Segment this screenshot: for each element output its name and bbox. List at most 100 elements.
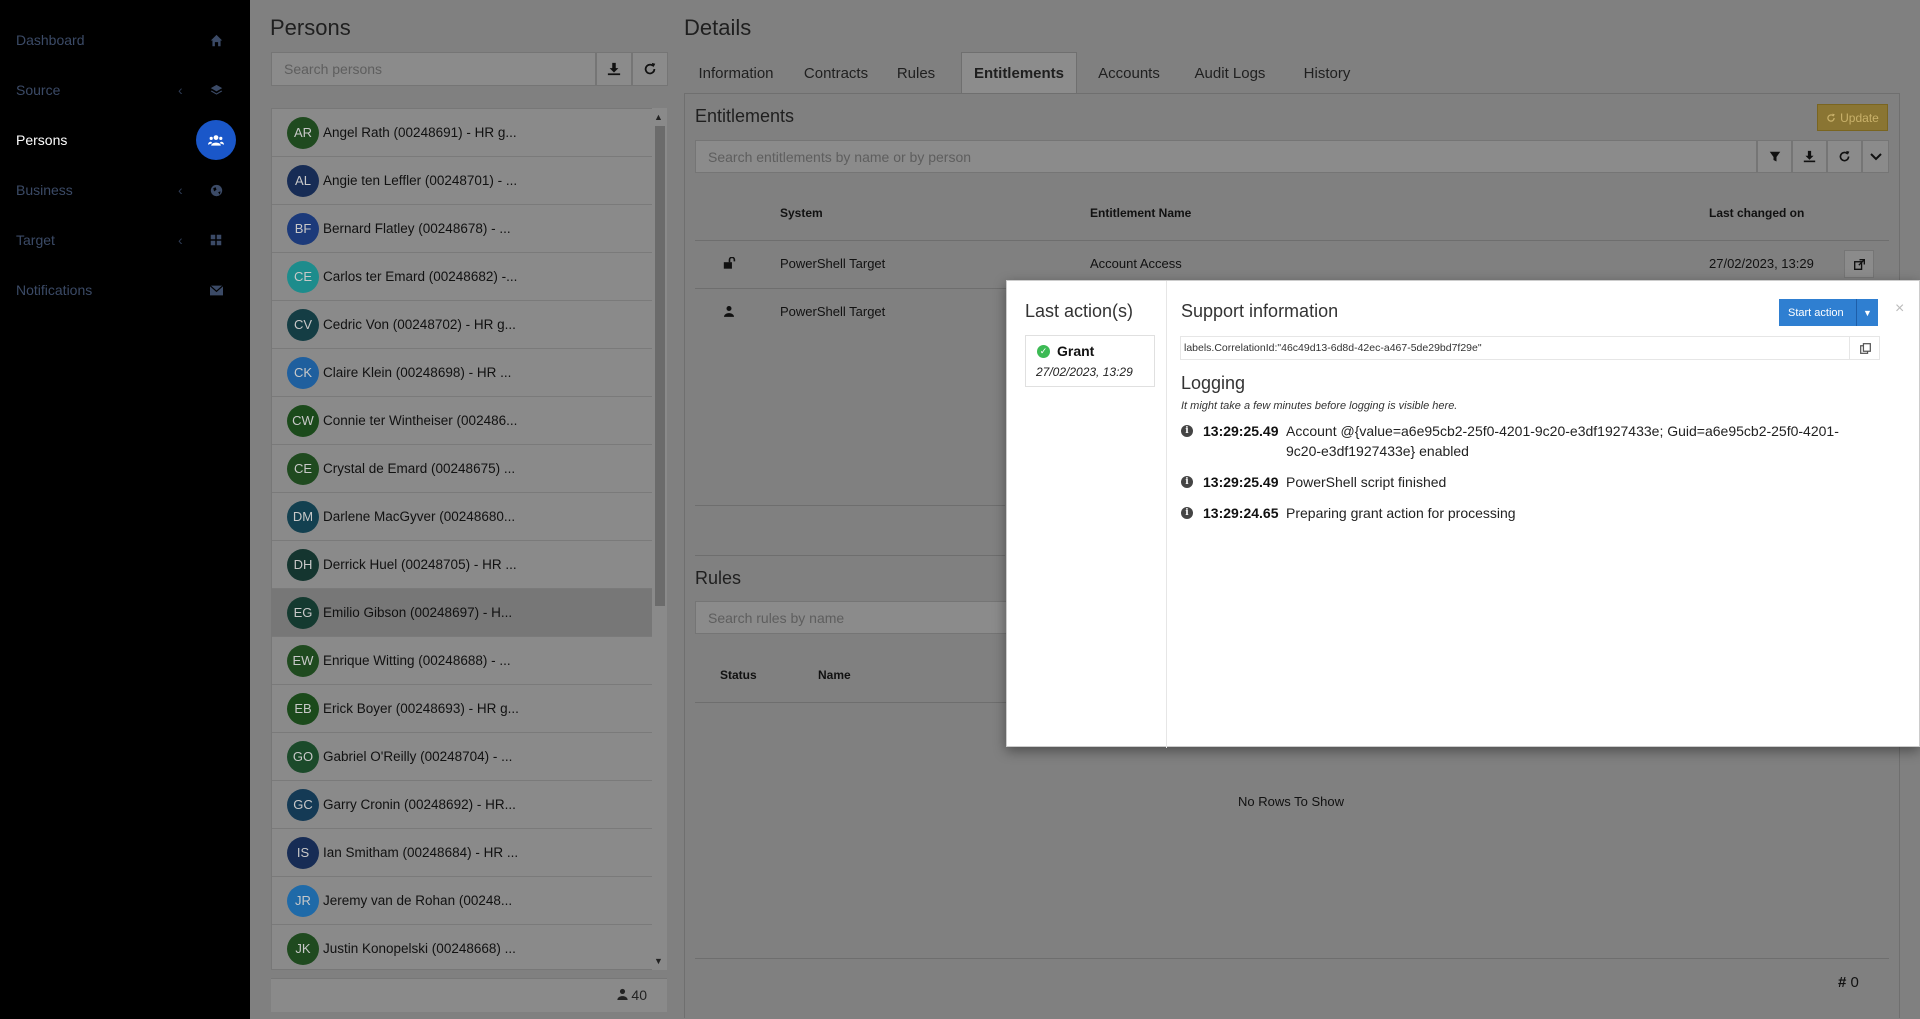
- chevron-down-icon: [1869, 152, 1882, 160]
- person-name: Garry Cronin (00248692) - HR...: [323, 797, 516, 812]
- list-item[interactable]: CV Cedric Von (00248702) - HR g...: [272, 301, 652, 349]
- list-item[interactable]: EW Enrique Witting (00248688) - ...: [272, 637, 652, 685]
- rules-count: # 0: [1838, 974, 1859, 991]
- person-name: Claire Klein (00248698) - HR ...: [323, 365, 512, 380]
- list-item[interactable]: CE Carlos ter Emard (00248682) -...: [272, 253, 652, 301]
- entitlements-refresh-button[interactable]: [1827, 140, 1862, 173]
- person-name: Angie ten Leffler (00248701) - ...: [323, 173, 518, 188]
- column-name[interactable]: Name: [818, 668, 851, 682]
- entitlements-title: Entitlements: [695, 106, 795, 126]
- person-name: Cedric Von (00248702) - HR g...: [323, 317, 516, 332]
- external-link-icon: [1853, 258, 1865, 270]
- nav-source[interactable]: Source ‹: [0, 70, 250, 110]
- logging-hint: It might take a few minutes before loggi…: [1181, 400, 1458, 412]
- close-icon[interactable]: ×: [1895, 300, 1904, 318]
- list-item[interactable]: AR Angel Rath (00248691) - HR g...: [272, 109, 652, 157]
- chevron-left-icon: ‹: [178, 182, 183, 198]
- unlock-icon: [723, 256, 736, 272]
- details-title: Details: [684, 15, 752, 40]
- cell-entitlement-name: Account Access: [1090, 256, 1182, 271]
- nav-persons[interactable]: Persons: [0, 120, 250, 160]
- list-item[interactable]: JR Jeremy van de Rohan (00248...: [272, 877, 652, 925]
- entitlements-search-input[interactable]: Search entitlements by name or by person: [695, 140, 1757, 173]
- tab-entitlements[interactable]: Entitlements: [961, 52, 1077, 94]
- column-status[interactable]: Status: [720, 668, 757, 682]
- scrollbar-thumb[interactable]: [655, 126, 665, 606]
- list-item[interactable]: GO Gabriel O'Reilly (00248704) - ...: [272, 733, 652, 781]
- list-item[interactable]: EG Emilio Gibson (00248697) - H...: [272, 589, 652, 637]
- start-action-button[interactable]: Start action ▼: [1779, 299, 1878, 326]
- person-name: Justin Konopelski (00248668) ...: [323, 941, 516, 956]
- nav-dashboard[interactable]: Dashboard: [0, 20, 250, 60]
- open-external-button[interactable]: [1844, 250, 1874, 278]
- support-modal: Last action(s) ✓ Grant 27/02/2023, 13:29…: [1006, 280, 1920, 748]
- users-icon: [196, 120, 236, 160]
- rules-search-input[interactable]: Search rules by name: [695, 601, 1007, 634]
- list-item[interactable]: CW Connie ter Wintheiser (002486...: [272, 397, 652, 445]
- list-item[interactable]: AL Angie ten Leffler (00248701) - ...: [272, 157, 652, 205]
- list-item[interactable]: DM Darlene MacGyver (00248680...: [272, 493, 652, 541]
- info-icon: i: [1181, 507, 1193, 519]
- nav-target[interactable]: Target ‹: [0, 220, 250, 260]
- scroll-down-arrow[interactable]: ▼: [654, 956, 663, 966]
- refresh-button[interactable]: [632, 52, 668, 86]
- tab-history[interactable]: History: [1284, 52, 1370, 94]
- globe-icon: [204, 178, 228, 202]
- grant-action-card[interactable]: ✓ Grant 27/02/2023, 13:29: [1025, 335, 1155, 387]
- list-item[interactable]: GC Garry Cronin (00248692) - HR...: [272, 781, 652, 829]
- avatar: JR: [287, 884, 319, 917]
- download-button[interactable]: [596, 52, 632, 86]
- avatar: BF: [287, 212, 319, 245]
- list-item[interactable]: EB Erick Boyer (00248693) - HR g...: [272, 685, 652, 733]
- grant-date: 27/02/2023, 13:29: [1036, 365, 1133, 379]
- refresh-icon: [1827, 113, 1835, 122]
- download-icon: [607, 62, 621, 76]
- nav-notifications[interactable]: Notifications: [0, 270, 250, 310]
- list-item[interactable]: BF Bernard Flatley (00248678) - ...: [272, 205, 652, 253]
- copy-button[interactable]: [1849, 336, 1880, 360]
- correlation-id-field[interactable]: labels.CorrelationId:"46c49d13-6d8d-42ec…: [1180, 336, 1880, 360]
- expand-button[interactable]: [1862, 140, 1889, 173]
- person-name: Emilio Gibson (00248697) - H...: [323, 605, 513, 620]
- list-item[interactable]: DH Derrick Huel (00248705) - HR ...: [272, 541, 652, 589]
- tab-contracts[interactable]: Contracts: [788, 52, 884, 94]
- persons-search-input[interactable]: Search persons: [271, 52, 596, 86]
- entitlements-download-button[interactable]: [1792, 140, 1827, 173]
- tab-accounts[interactable]: Accounts: [1081, 52, 1177, 94]
- support-title: Support information: [1181, 301, 1339, 321]
- user-icon: [724, 304, 734, 320]
- chevron-left-icon: ‹: [178, 82, 183, 98]
- cell-system: PowerShell Target: [780, 256, 886, 271]
- cell-last-changed: 27/02/2023, 13:29: [1709, 256, 1814, 271]
- list-item[interactable]: CK Claire Klein (00248698) - HR ...: [272, 349, 652, 397]
- home-icon: [204, 28, 228, 52]
- scroll-up-arrow[interactable]: ▲: [654, 112, 663, 122]
- persons-count: 40: [616, 987, 647, 1003]
- list-item[interactable]: CE Crystal de Emard (00248675) ...: [272, 445, 652, 493]
- divider: [695, 240, 1889, 241]
- tab-audit-logs[interactable]: Audit Logs: [1182, 52, 1278, 94]
- tab-rules[interactable]: Rules: [884, 52, 948, 94]
- column-entitlement-name[interactable]: Entitlement Name: [1090, 206, 1191, 220]
- column-system[interactable]: System: [780, 206, 823, 220]
- refresh-icon: [644, 62, 656, 75]
- caret-down-icon[interactable]: ▼: [1856, 299, 1878, 326]
- avatar: GC: [287, 788, 319, 821]
- layers-icon: [204, 78, 228, 102]
- persons-scrollbar[interactable]: ▲ ▼: [652, 108, 667, 970]
- nav-business[interactable]: Business ‹: [0, 170, 250, 210]
- nav-label: Dashboard: [16, 32, 85, 48]
- filter-button[interactable]: [1757, 140, 1792, 173]
- list-item[interactable]: IS Ian Smitham (00248684) - HR ...: [272, 829, 652, 877]
- person-name: Bernard Flatley (00248678) - ...: [323, 221, 511, 236]
- avatar: JK: [287, 932, 319, 965]
- update-button[interactable]: Update: [1817, 104, 1888, 131]
- tab-information[interactable]: Information: [684, 52, 788, 94]
- check-circle-icon: ✓: [1037, 345, 1050, 358]
- avatar: IS: [287, 836, 319, 869]
- column-last-changed[interactable]: Last changed on: [1709, 206, 1804, 220]
- grid-icon: [204, 228, 228, 252]
- last-actions-title: Last action(s): [1025, 301, 1134, 321]
- list-item[interactable]: JK Justin Konopelski (00248668) ...: [272, 925, 652, 969]
- nav-label: Source: [16, 82, 61, 98]
